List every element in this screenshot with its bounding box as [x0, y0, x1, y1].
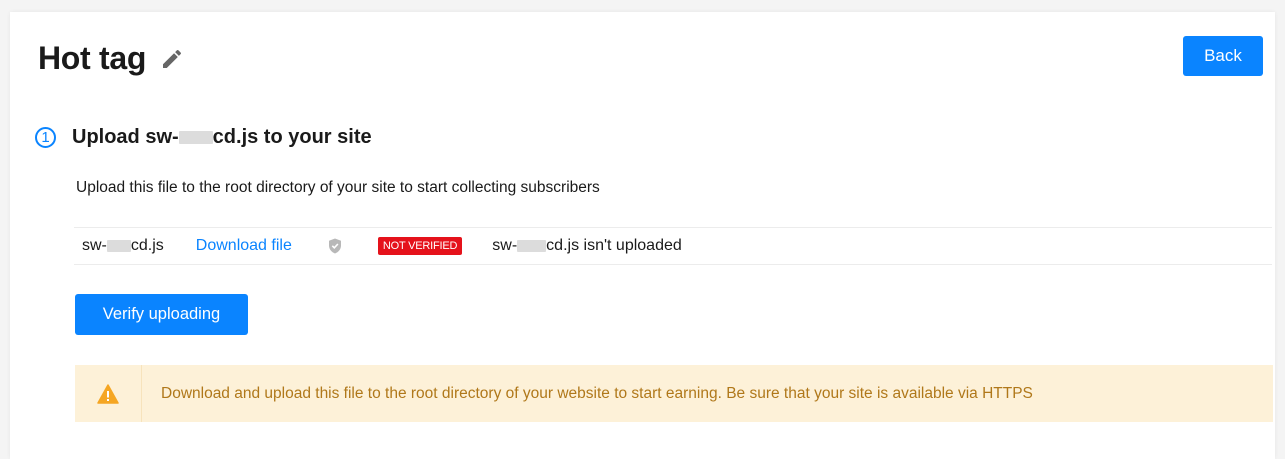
step-number-badge: 1: [35, 127, 56, 148]
step-header: 1 Upload sw- cd.js to your site: [35, 126, 372, 149]
step-title-suffix: cd.js to your site: [212, 126, 372, 148]
download-file-link[interactable]: Download file: [196, 237, 292, 255]
upload-status-text: sw- cd.js isn't uploaded: [492, 237, 681, 255]
step-description: Upload this file to the root directory o…: [76, 179, 600, 196]
redacted-text: [178, 131, 213, 144]
title-row: Hot tag: [38, 40, 184, 77]
step-title-prefix: Upload sw-: [72, 126, 179, 148]
page-title: Hot tag: [38, 40, 147, 76]
alert-message: Download and upload this file to the roo…: [161, 384, 1033, 402]
pencil-icon[interactable]: [160, 47, 184, 71]
file-row: sw- cd.js Download file NOT VERIFIED sw-…: [74, 227, 1272, 265]
file-name-suffix: cd.js: [130, 237, 164, 254]
back-button[interactable]: Back: [1183, 36, 1263, 76]
file-name-prefix: sw-: [82, 237, 107, 254]
step-title: Upload sw- cd.js to your site: [72, 126, 372, 149]
shield-check-icon: [328, 238, 342, 254]
warning-triangle-icon: [97, 383, 119, 404]
verify-uploading-button[interactable]: Verify uploading: [75, 294, 248, 335]
status-text-prefix: sw-: [492, 237, 518, 254]
file-name: sw- cd.js: [82, 237, 164, 255]
warning-alert: Download and upload this file to the roo…: [75, 365, 1273, 422]
status-text-suffix: cd.js isn't uploaded: [546, 237, 682, 254]
redacted-text: [106, 240, 131, 252]
status-badge: NOT VERIFIED: [377, 237, 463, 255]
main-card: Hot tag Back 1 Upload sw- cd.js to your …: [10, 12, 1275, 459]
alert-icon-container: [75, 365, 142, 422]
redacted-text: [517, 240, 547, 252]
